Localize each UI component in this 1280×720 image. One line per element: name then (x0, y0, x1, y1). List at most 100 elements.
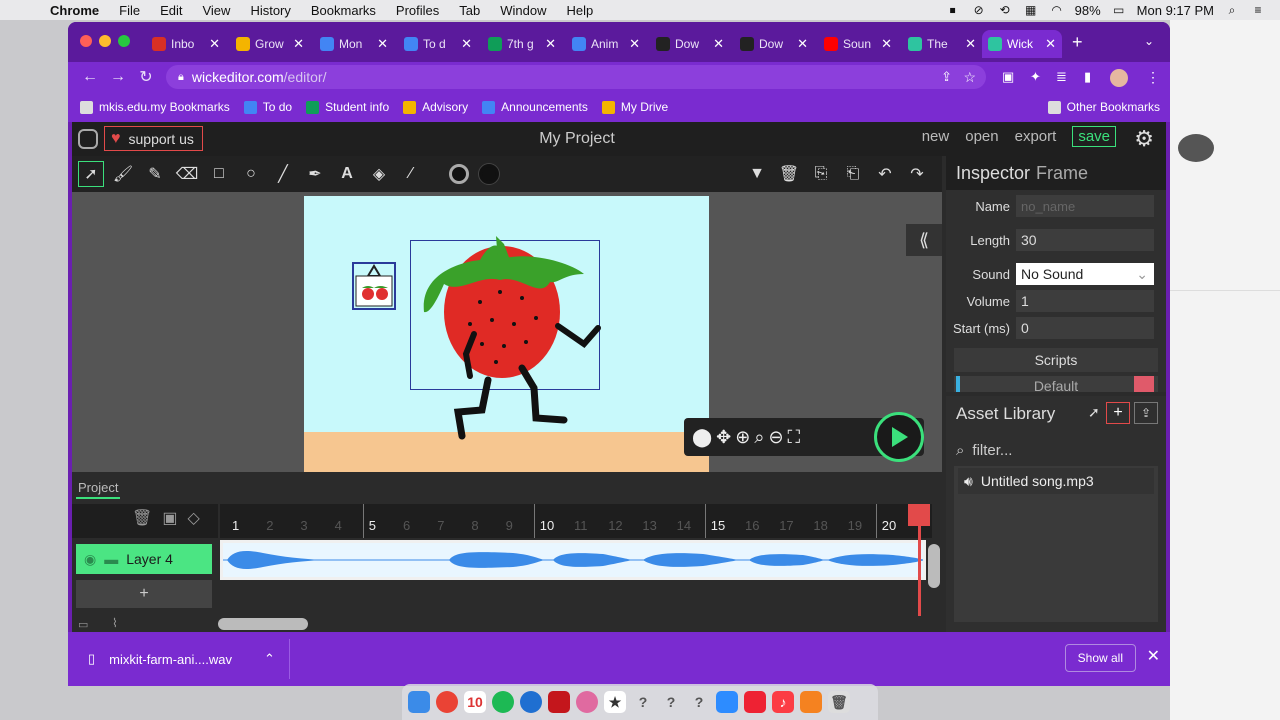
zoom-in-icon[interactable]: ⊕ (735, 427, 750, 448)
play-button[interactable] (874, 412, 924, 462)
rectangle-tool-icon[interactable]: □ (206, 161, 232, 187)
menu-app-name[interactable]: Chrome (40, 3, 109, 18)
layer-row[interactable]: ◉ ▬ Layer 4 (76, 544, 212, 574)
cursor-tool-icon[interactable]: ➚ (78, 161, 104, 187)
control-center-icon[interactable]: ≡ (1250, 3, 1266, 17)
export-asset-icon[interactable]: ⇪ (1134, 402, 1158, 424)
canvas-area[interactable]: ⟪ ⬤ ✥ ⊕ ⌕ ⊖ ⛶ (72, 192, 942, 472)
timeline-tab-project[interactable]: Project (76, 480, 121, 499)
music-icon[interactable]: ♪ (772, 691, 794, 713)
add-asset-button[interactable]: + (1106, 402, 1130, 424)
stop-record-icon[interactable]: ⏹ (945, 3, 961, 17)
tween-icon[interactable]: ▣ (162, 508, 177, 528)
do-not-disturb-icon[interactable]: ⊘ (971, 3, 987, 17)
close-icon[interactable]: ✕ (1045, 36, 1056, 52)
open-button[interactable]: open (965, 128, 998, 147)
eye-icon[interactable]: ◉ (84, 551, 96, 568)
zoom-out-icon[interactable]: ⊖ (768, 427, 783, 448)
playhead[interactable] (918, 504, 921, 616)
trash-icon[interactable]: 🗑︎ (776, 161, 802, 187)
screencast-icon[interactable]: ▣ (1002, 69, 1014, 85)
length-field[interactable]: 30 (1016, 229, 1154, 251)
zoom-window-button[interactable] (118, 35, 130, 47)
tab-search-icon[interactable]: ⌄ (1144, 34, 1154, 48)
fit-screen-icon[interactable]: ⛶ (788, 427, 801, 448)
frame-number[interactable]: 1 (232, 518, 239, 533)
finder-icon[interactable] (408, 691, 430, 713)
frame-number[interactable]: 14 (677, 518, 691, 533)
keyboard-icon[interactable]: ▦ (1023, 3, 1039, 17)
zoom-icon[interactable] (716, 691, 738, 713)
save-button[interactable]: save (1072, 126, 1116, 147)
scripts-header[interactable]: Scripts (954, 348, 1158, 372)
frame-ruler[interactable]: 1 2 3 4 5 6 7 8 9 10 11 12 13 14 15 16 17 18 19 20 (220, 504, 932, 538)
close-icon[interactable]: ✕ (461, 36, 472, 52)
menu-view[interactable]: View (192, 3, 240, 18)
frame-number[interactable]: 18 (813, 518, 827, 533)
menu-bookmarks[interactable]: Bookmarks (301, 3, 386, 18)
frame-number[interactable]: 4 (335, 518, 342, 533)
tab-download-2[interactable]: Dow ✕ (734, 30, 814, 58)
frame-number[interactable]: 5 (369, 518, 376, 533)
frame-number[interactable]: 7 (437, 518, 444, 533)
tab-the-wick[interactable]: The ✕ (902, 30, 982, 58)
bookmark-announcements[interactable]: Announcements (482, 100, 588, 114)
close-icon[interactable]: ✕ (377, 36, 388, 52)
time-machine-icon[interactable]: ⟲ (997, 3, 1013, 17)
vlc-icon[interactable] (800, 691, 822, 713)
menu-kebab-icon[interactable]: ⋮ (1146, 69, 1160, 86)
eyedropper-tool-icon[interactable]: ⁄ (398, 161, 424, 187)
paste-icon[interactable]: ⎗ (840, 161, 866, 187)
close-icon[interactable]: ✕ (1147, 646, 1160, 666)
tab-download-1[interactable]: Dow ✕ (650, 30, 730, 58)
frame-number[interactable]: 8 (471, 518, 478, 533)
unknown-app-icon[interactable]: ? (688, 691, 710, 713)
sound-select[interactable]: No Sound ⌄ (1016, 263, 1154, 285)
zoom-icon[interactable]: ⌕ (754, 427, 764, 448)
bookmark-mkis[interactable]: mkis.edu.my Bookmarks (80, 100, 230, 114)
pan-icon[interactable]: ✥ (716, 427, 731, 448)
close-icon[interactable]: ✕ (209, 36, 220, 52)
start-field[interactable]: 0 (1016, 317, 1154, 339)
export-button[interactable]: export (1015, 128, 1057, 147)
lock-icon[interactable]: 🔒︎ (178, 71, 184, 84)
spotify-icon[interactable] (492, 691, 514, 713)
brush-tool-icon[interactable]: 🖌︎ (110, 161, 136, 187)
bookmark-my-drive[interactable]: My Drive (601, 100, 668, 114)
asset-filter-input[interactable]: ⌕ filter... (956, 436, 1156, 464)
clip-thumbnail[interactable] (352, 262, 396, 310)
delete-layer-icon[interactable]: 🗑︎ (132, 508, 152, 528)
name-field[interactable]: no_name (1016, 195, 1154, 217)
frame-number[interactable]: 3 (300, 518, 307, 533)
ellipse-tool-icon[interactable]: ○ (238, 161, 264, 187)
delete-script-icon[interactable] (1134, 376, 1154, 392)
pencil-tool-icon[interactable]: ✎ (142, 161, 168, 187)
stage[interactable] (304, 196, 709, 472)
menu-help[interactable]: Help (557, 3, 604, 18)
minimize-window-button[interactable] (99, 35, 111, 47)
dropdown-icon[interactable]: ▼ (744, 161, 770, 187)
vertical-scrollbar[interactable] (928, 544, 940, 588)
line-tool-icon[interactable]: ╱ (270, 161, 296, 187)
tab-inbox[interactable]: Inbo ✕ (146, 30, 226, 58)
stroke-color-swatch[interactable] (476, 161, 502, 187)
onion-skin-icon[interactable]: ⬤ (692, 427, 712, 448)
add-layer-button[interactable]: + (76, 580, 212, 608)
bookmark-star-icon[interactable]: ☆ (963, 69, 976, 86)
audio-graph-icon[interactable]: ⌇ (112, 616, 118, 630)
redo-icon[interactable]: ↷ (904, 161, 930, 187)
trash-icon[interactable]: 🗑︎ (828, 691, 850, 713)
close-icon[interactable]: ✕ (965, 36, 976, 52)
menu-window[interactable]: Window (490, 3, 556, 18)
horizontal-scrollbar[interactable] (218, 618, 308, 630)
frame-size-icon[interactable]: ▭ (78, 618, 88, 631)
frame-number[interactable]: 11 (574, 518, 588, 533)
undo-icon[interactable]: ↶ (872, 161, 898, 187)
eraser-tool-icon[interactable]: ⌫ (174, 161, 200, 187)
lock-icon[interactable]: ▬ (104, 551, 118, 567)
frame-number[interactable]: 12 (608, 518, 622, 533)
volume-field[interactable]: 1 (1016, 290, 1154, 312)
reading-list-icon[interactable]: ≣ (1056, 69, 1067, 85)
strawberry-character[interactable] (400, 234, 630, 454)
forward-icon[interactable]: → (104, 68, 132, 86)
